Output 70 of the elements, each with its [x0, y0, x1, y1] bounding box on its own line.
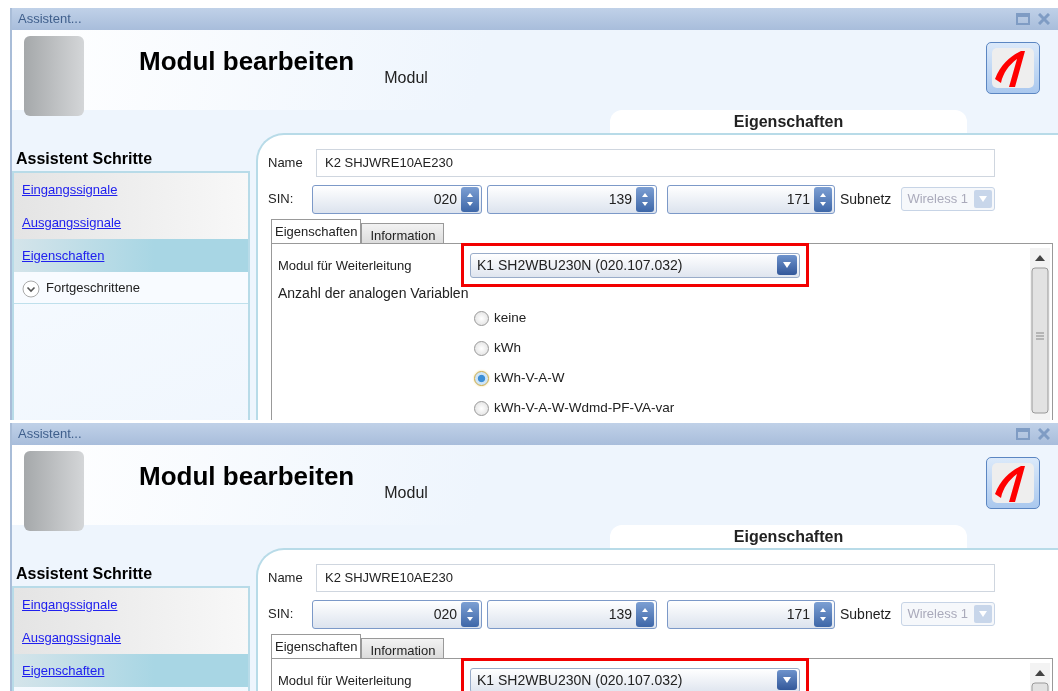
- pdf-button[interactable]: [986, 42, 1040, 94]
- step-item[interactable]: Eigenschaften: [14, 239, 248, 272]
- page-heading: Modul bearbeiten: [139, 461, 355, 491]
- window-title: Assistent...: [18, 425, 82, 444]
- step-link[interactable]: Eingangssignale: [22, 179, 118, 200]
- dropdown-button[interactable]: [777, 255, 797, 275]
- number-field[interactable]: 020: [312, 184, 482, 214]
- name-field[interactable]: K2 SHJWRE10AE230: [316, 564, 995, 592]
- step-label: Fortgeschrittene: [46, 278, 140, 297]
- page-heading: Modul bearbeiten: [139, 46, 355, 76]
- caret-icon: [782, 676, 792, 684]
- step-item[interactable]: Eingangssignale: [14, 588, 248, 621]
- spin-buttons[interactable]: [461, 186, 479, 212]
- step-link[interactable]: Eigenschaften: [22, 660, 105, 681]
- radio-button[interactable]: [474, 310, 489, 326]
- tab[interactable]: Eigenschaften: [271, 219, 362, 243]
- dropdown-button[interactable]: [777, 670, 797, 690]
- step-link[interactable]: Ausgangssignale: [22, 212, 122, 233]
- name-field[interactable]: K2 SHJWRE10AE230: [316, 149, 995, 177]
- field-label: Modul für Weiterleitung: [278, 671, 412, 690]
- step-link[interactable]: Eingangssignale: [22, 594, 118, 615]
- option-label: kWh-V-A-W: [494, 368, 565, 387]
- spin-buttons[interactable]: [814, 601, 832, 627]
- step-link[interactable]: Eigenschaften: [22, 245, 105, 266]
- radio-button[interactable]: [474, 400, 489, 416]
- number-field[interactable]: 171: [667, 184, 835, 214]
- step-item[interactable]: Ausgangssignale: [14, 621, 248, 654]
- field-label: Modul für Weiterleitung: [278, 256, 412, 275]
- step-item[interactable]: Eingangssignale: [14, 173, 248, 206]
- pdf-button[interactable]: [986, 457, 1040, 509]
- field-label: Name: [267, 154, 304, 173]
- section-title: Eigenschaften: [610, 525, 967, 548]
- caret-icon: [782, 261, 792, 269]
- chevron-icon: [22, 278, 40, 297]
- radio-button[interactable]: [474, 340, 489, 356]
- option-label: keine: [494, 308, 527, 327]
- number-field[interactable]: 139: [487, 184, 657, 214]
- module-dropdown[interactable]: K1 SH2WBU230N (020.107.032): [470, 252, 800, 278]
- spin-buttons[interactable]: [461, 601, 479, 627]
- field-label: Subnetz: [840, 604, 892, 624]
- field-label: Subnetz: [840, 189, 892, 209]
- page-subheading: Modul: [384, 68, 428, 88]
- step-item[interactable]: Ausgangssignale: [14, 206, 248, 239]
- radio-button[interactable]: [474, 370, 489, 386]
- field-label: SIN:: [267, 605, 295, 624]
- spin-buttons[interactable]: [636, 186, 654, 212]
- step-item[interactable]: Fortgeschrittene: [14, 272, 248, 304]
- steps-title: Assistent Schritte: [16, 149, 154, 169]
- caret-icon: [978, 195, 989, 203]
- section-title: Eigenschaften: [610, 110, 967, 133]
- step-link[interactable]: Ausgangssignale: [22, 627, 122, 648]
- number-field[interactable]: 020: [312, 599, 482, 629]
- step-item[interactable]: Eigenschaften: [14, 654, 248, 687]
- page-subheading: Modul: [384, 483, 428, 503]
- option-label: kWh: [494, 338, 521, 357]
- field-label: Anzahl der analogen Variablen: [278, 285, 470, 301]
- module-dropdown[interactable]: K1 SH2WBU230N (020.107.032): [470, 667, 800, 691]
- field-label: SIN:: [267, 190, 295, 209]
- number-field[interactable]: 139: [487, 599, 657, 629]
- tab[interactable]: Eigenschaften: [271, 634, 362, 658]
- tab[interactable]: Information: [361, 638, 445, 658]
- steps-title: Assistent Schritte: [16, 564, 154, 584]
- caret-icon: [978, 610, 989, 618]
- spin-buttons[interactable]: [636, 601, 654, 627]
- tab[interactable]: Information: [361, 223, 445, 243]
- field-label: Name: [267, 569, 304, 588]
- spin-buttons[interactable]: [814, 186, 832, 212]
- option-label: kWh-V-A-W-Wdmd-PF-VA-var: [494, 398, 675, 417]
- number-field[interactable]: 171: [667, 599, 835, 629]
- window-title: Assistent...: [18, 10, 82, 29]
